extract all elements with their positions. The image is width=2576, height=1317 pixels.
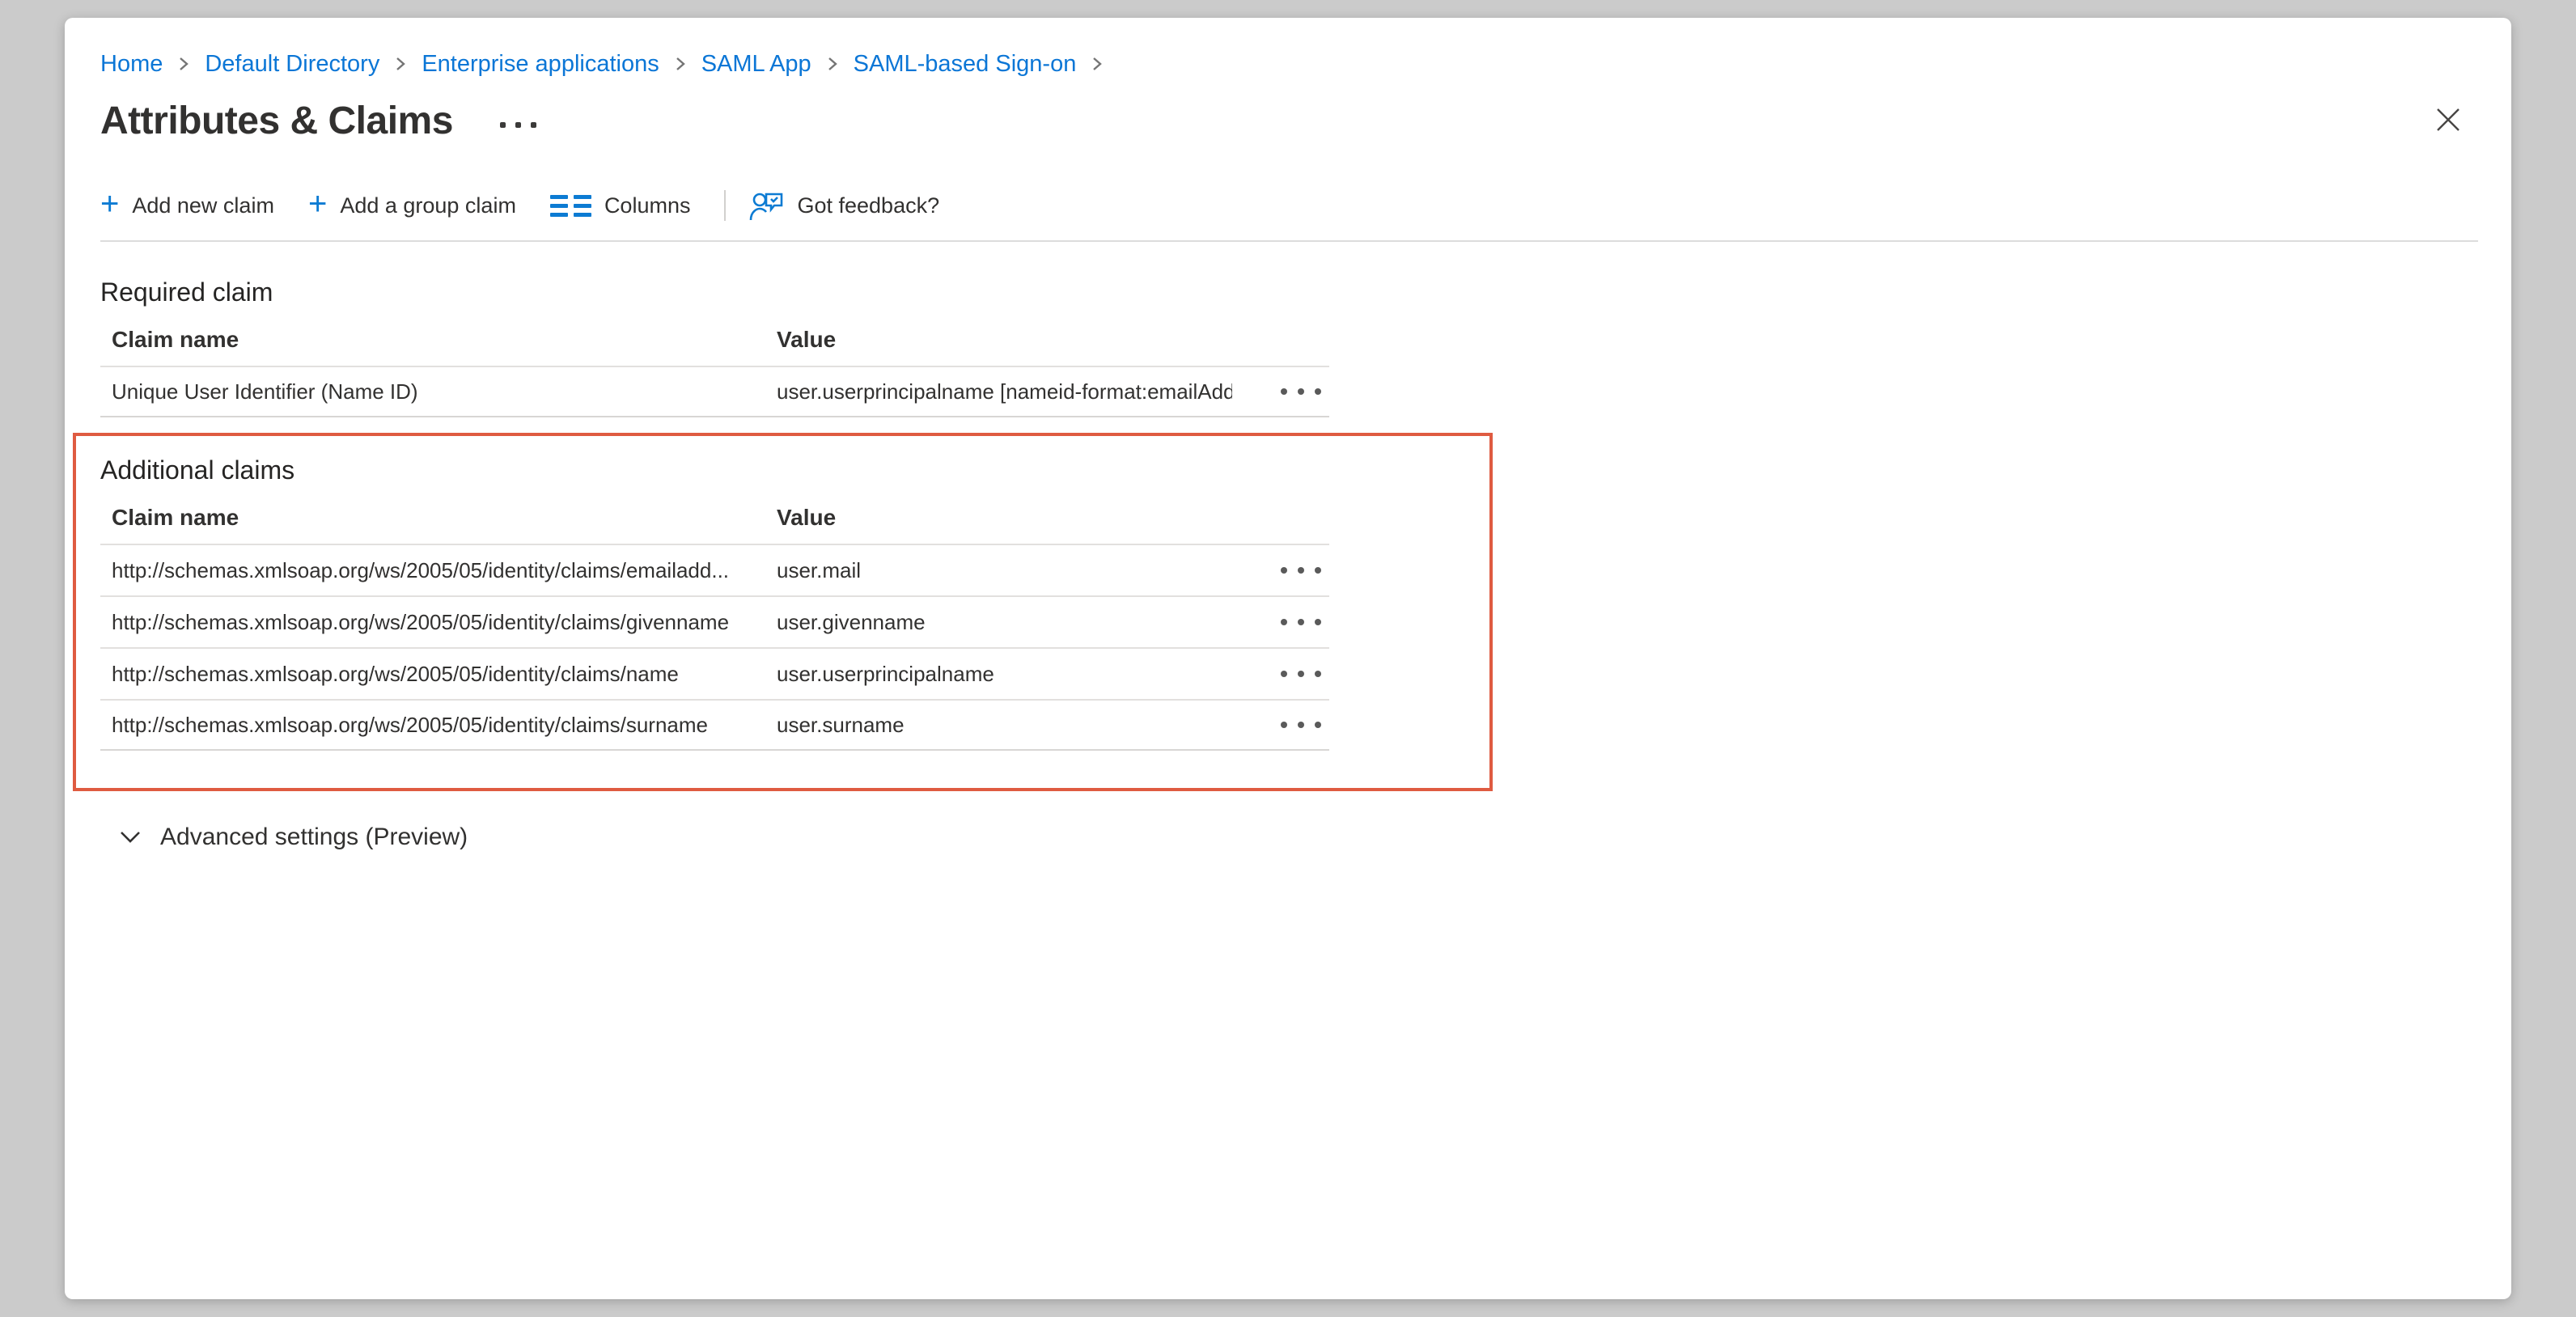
toolbar-divider <box>724 190 726 221</box>
claim-value-cell: user.userprincipalname [nameid-format:em… <box>777 379 1232 404</box>
required-claim-title: Required claim <box>100 277 2479 307</box>
plus-icon: + <box>308 192 327 216</box>
table-header-row: Claim name Value <box>100 307 1329 366</box>
claim-name-cell: http://schemas.xmlsoap.org/ws/2005/05/id… <box>112 662 777 687</box>
claim-name-cell: http://schemas.xmlsoap.org/ws/2005/05/id… <box>112 558 777 583</box>
breadcrumb-home[interactable]: Home <box>100 50 163 78</box>
close-button[interactable] <box>2427 99 2469 141</box>
more-options-button[interactable] <box>500 122 536 128</box>
additional-claims-title: Additional claims <box>100 455 1489 485</box>
chevron-right-icon <box>824 54 841 74</box>
row-menu-button[interactable] <box>1277 561 1324 580</box>
feedback-person-icon <box>748 189 784 222</box>
chevron-right-icon <box>176 54 192 74</box>
plus-icon: + <box>100 192 119 216</box>
claim-value-cell: user.surname <box>777 713 1232 738</box>
claim-value-cell: user.mail <box>777 558 1232 583</box>
additional-claims-highlight-box: Additional claims Claim name Value http:… <box>73 433 1493 791</box>
chevron-right-icon <box>672 54 688 74</box>
table-header-row: Claim name Value <box>100 485 1329 544</box>
claim-value-cell: user.userprincipalname <box>777 662 1232 687</box>
breadcrumb: Home Default Directory Enterprise applic… <box>100 18 2479 78</box>
got-feedback-button[interactable]: Got feedback? <box>748 189 939 222</box>
required-claim-section: Required claim Claim name Value Unique U… <box>100 277 2479 417</box>
got-feedback-label: Got feedback? <box>797 193 939 218</box>
row-menu-button[interactable] <box>1277 664 1324 684</box>
value-column-header: Value <box>777 327 1232 353</box>
chevron-down-icon <box>118 828 142 846</box>
columns-label: Columns <box>604 193 691 218</box>
advanced-settings-toggle[interactable]: Advanced settings (Preview) <box>118 824 468 851</box>
chevron-right-icon <box>392 54 409 74</box>
breadcrumb-saml-based-sign-on[interactable]: SAML-based Sign-on <box>854 50 1077 78</box>
attributes-claims-blade: Home Default Directory Enterprise applic… <box>65 18 2511 1299</box>
row-menu-button[interactable] <box>1277 382 1324 401</box>
breadcrumb-enterprise-applications[interactable]: Enterprise applications <box>422 50 659 78</box>
add-group-claim-button[interactable]: + Add a group claim <box>308 193 516 218</box>
ellipsis-icon <box>1281 722 1287 728</box>
claim-name-column-header: Claim name <box>112 505 777 531</box>
columns-icon <box>550 195 591 217</box>
claim-value-cell: user.givenname <box>777 610 1232 635</box>
claim-name-cell: http://schemas.xmlsoap.org/ws/2005/05/id… <box>112 713 777 738</box>
add-new-claim-button[interactable]: + Add new claim <box>100 193 274 218</box>
claim-name-cell: Unique User Identifier (Name ID) <box>112 379 777 404</box>
add-new-claim-label: Add new claim <box>132 193 274 218</box>
add-group-claim-label: Add a group claim <box>340 193 516 218</box>
value-column-header: Value <box>777 505 1232 531</box>
row-menu-button[interactable] <box>1277 715 1324 735</box>
breadcrumb-default-directory[interactable]: Default Directory <box>205 50 379 78</box>
ellipsis-icon <box>1281 567 1287 574</box>
table-row[interactable]: http://schemas.xmlsoap.org/ws/2005/05/id… <box>100 647 1329 699</box>
advanced-settings-label: Advanced settings (Preview) <box>160 824 468 851</box>
table-row[interactable]: Unique User Identifier (Name ID) user.us… <box>100 366 1329 417</box>
row-menu-button[interactable] <box>1277 612 1324 632</box>
command-bar: + Add new claim + Add a group claim Colu… <box>100 184 2479 227</box>
required-claim-table: Claim name Value Unique User Identifier … <box>100 307 1329 417</box>
table-row[interactable]: http://schemas.xmlsoap.org/ws/2005/05/id… <box>100 595 1329 647</box>
chevron-right-icon <box>1089 54 1105 74</box>
additional-claims-table: Claim name Value http://schemas.xmlsoap.… <box>100 485 1329 751</box>
ellipsis-icon <box>1281 619 1287 625</box>
table-row[interactable]: http://schemas.xmlsoap.org/ws/2005/05/id… <box>100 699 1329 751</box>
page-title: Attributes & Claims <box>100 99 453 143</box>
table-row[interactable]: http://schemas.xmlsoap.org/ws/2005/05/id… <box>100 544 1329 595</box>
close-icon <box>2434 105 2463 134</box>
ellipsis-icon <box>1281 671 1287 677</box>
columns-button[interactable]: Columns <box>550 193 691 218</box>
blade-header: Attributes & Claims <box>100 99 2479 143</box>
breadcrumb-saml-app[interactable]: SAML App <box>701 50 811 78</box>
toolbar-rule <box>100 240 2478 242</box>
claim-name-column-header: Claim name <box>112 327 777 353</box>
claim-name-cell: http://schemas.xmlsoap.org/ws/2005/05/id… <box>112 610 777 635</box>
ellipsis-icon <box>1281 388 1287 395</box>
ellipsis-icon <box>500 122 506 128</box>
